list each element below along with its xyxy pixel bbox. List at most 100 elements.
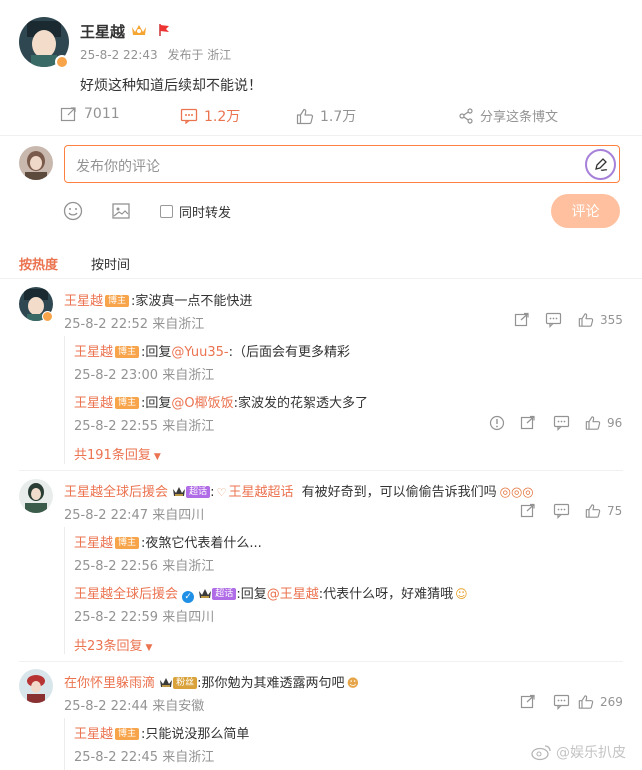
reply-mention[interactable]: @O椰饭饭 <box>171 396 233 411</box>
current-user-avatar[interactable] <box>19 146 53 180</box>
also-repost-label: 同时转发 <box>179 206 232 221</box>
emoji-icon[interactable] <box>63 201 83 221</box>
thumbs-up-icon <box>578 313 594 327</box>
repost-icon[interactable] <box>520 503 536 523</box>
thumbs-up-icon <box>578 695 594 709</box>
commenter-avatar[interactable] <box>19 479 53 513</box>
share-icon <box>459 107 473 124</box>
submit-comment-button[interactable]: 评论 <box>551 194 620 228</box>
reply-author[interactable]: 王星越 <box>74 345 113 360</box>
comment-like-button[interactable]: 269 <box>578 694 623 710</box>
post-source: 发布于 浙江 <box>167 48 232 62</box>
more-replies-link[interactable]: 共23条回复 ▼ <box>74 635 152 654</box>
report-icon[interactable] <box>489 415 505 435</box>
also-repost-checkbox[interactable]: 同时转发 <box>160 202 231 221</box>
image-icon[interactable] <box>111 201 131 221</box>
reply-author[interactable]: 王星越 <box>74 536 113 551</box>
repost-icon[interactable] <box>520 415 536 435</box>
share-button[interactable]: 分享这条博文 <box>458 106 558 125</box>
comment-button[interactable]: 1.2万 <box>180 106 240 126</box>
reply-author[interactable]: 王星越 <box>74 727 113 742</box>
comment-line: 在你怀里躲雨滴 粉丝:那你勉为其难透露两句吧 ☻ <box>64 672 359 691</box>
comment-author[interactable]: 在你怀里躲雨滴 <box>64 676 155 691</box>
comment-author[interactable]: 王星越 <box>64 294 103 309</box>
tab-sort-hot[interactable]: 按热度 <box>19 254 58 273</box>
bozhu-badge: 博主 <box>105 295 130 307</box>
watermark-text: @娱乐扒皮 <box>556 745 626 761</box>
reply-text: :夜煞它代表着什么... <box>141 536 262 551</box>
chevron-down-icon: ▼ <box>153 452 161 462</box>
comment-line: 王星越全球后援会 超话: ♡ 王星越超话 有被好奇到，可以偷偷告诉我们吗 ◎◎◎ <box>64 481 534 500</box>
comment-like-count: 355 <box>600 313 623 327</box>
repost-button[interactable]: 7011 <box>60 106 120 122</box>
comment-author[interactable]: 王星越全球后援会 <box>64 485 168 500</box>
share-label: 分享这条博文 <box>480 110 559 125</box>
repost-icon[interactable] <box>520 694 536 714</box>
reply-icon[interactable] <box>553 694 570 714</box>
like-button[interactable]: 1.7万 <box>296 106 356 126</box>
reply-icon[interactable] <box>545 312 562 332</box>
reply-text: :只能说没那么简单 <box>141 727 250 742</box>
emoji-icon: ◎◎◎ <box>499 485 534 500</box>
reply-text: :家波发的花絮透大多了 <box>233 396 369 411</box>
heart-icon: ♡ <box>216 486 227 499</box>
comment-text: :家波真一点不能快进 <box>131 294 253 309</box>
repost-icon[interactable] <box>514 312 530 332</box>
more-replies-label: 共191条回复 <box>74 448 151 463</box>
verified-icon: ✓ <box>182 591 195 603</box>
post-text: 好烦这种知道后续却不能说！ <box>80 78 262 94</box>
reply-meta: 25-8-2 22:59 来自四川 <box>74 610 215 625</box>
comment-meta: 25-8-2 22:52 来自浙江 <box>64 317 205 332</box>
checkbox-box[interactable] <box>160 205 173 218</box>
tab-sort-time[interactable]: 按时间 <box>91 254 130 273</box>
more-replies-link[interactable]: 共191条回复 ▼ <box>74 444 161 463</box>
reply-author[interactable]: 王星越全球后援会 <box>74 587 178 602</box>
reply-mention[interactable]: @王星越 <box>267 587 319 602</box>
vip-crown-icon <box>131 23 147 37</box>
bozhu-badge: 博主 <box>115 537 140 549</box>
reply-text: :代表什么呀，好难猜哦 <box>318 587 454 602</box>
reply-thread-bar <box>64 336 65 464</box>
bozhu-badge: 博主 <box>115 397 140 409</box>
submit-label: 评论 <box>571 204 600 220</box>
superfan-badge: 超话 <box>186 486 211 498</box>
reply-like-count: 96 <box>607 416 623 430</box>
more-replies-label: 共23条回复 <box>74 639 143 654</box>
reply-icon[interactable] <box>553 415 570 435</box>
post-time[interactable]: 25-8-2 22:43 <box>80 48 158 62</box>
fan-crown-icon <box>173 487 186 496</box>
fan-crown-icon <box>160 678 173 687</box>
emoji-icon: ☺ <box>455 587 468 601</box>
comment-mention[interactable]: 王星越超话 <box>228 485 293 500</box>
comment-meta: 25-8-2 22:47 来自四川 <box>64 508 205 523</box>
comment-text: 有被好奇到，可以偷偷告诉我们吗 <box>301 485 497 500</box>
reply-meta: 25-8-2 22:45 来自浙江 <box>74 750 215 765</box>
comment-input[interactable]: 发布你的评论 <box>64 145 620 183</box>
reply-meta: 25-8-2 22:55 来自浙江 <box>74 419 215 434</box>
thumbs-up-icon <box>296 108 314 124</box>
pen-icon[interactable] <box>585 149 616 180</box>
reply-author[interactable]: 王星越 <box>74 396 113 411</box>
divider <box>0 278 642 279</box>
comment-like-count: 75 <box>607 504 623 518</box>
reply-mention[interactable]: @Yuu35- <box>171 345 228 360</box>
thumbs-up-icon <box>585 504 601 518</box>
comment-like-button[interactable]: 75 <box>585 503 622 519</box>
superfan-badge: 超话 <box>212 588 237 600</box>
reply-line: 王星越 博主:回复@Yuu35-:（后面会有更多精彩 <box>74 341 350 360</box>
fan-crown-icon <box>199 589 212 598</box>
commenter-avatar[interactable] <box>19 669 53 703</box>
bozhu-badge: 博主 <box>115 346 140 358</box>
weibo-logo-icon <box>531 745 551 761</box>
comment-meta: 25-8-2 22:44 来自安徽 <box>64 699 205 714</box>
divider <box>0 135 642 136</box>
comment-like-button[interactable]: 355 <box>578 312 623 328</box>
flag-icon <box>157 23 171 37</box>
comment-input-placeholder: 发布你的评论 <box>76 159 160 175</box>
comment-text: :那你勉为其难透露两句吧 <box>197 676 345 691</box>
reply-icon[interactable] <box>553 503 570 523</box>
reply-line: 王星越 博主:只能说没那么简单 <box>74 723 249 742</box>
reply-like-button[interactable]: 96 <box>585 415 622 431</box>
post-author-name[interactable]: 王星越 <box>80 21 125 42</box>
comment-icon <box>180 108 198 124</box>
